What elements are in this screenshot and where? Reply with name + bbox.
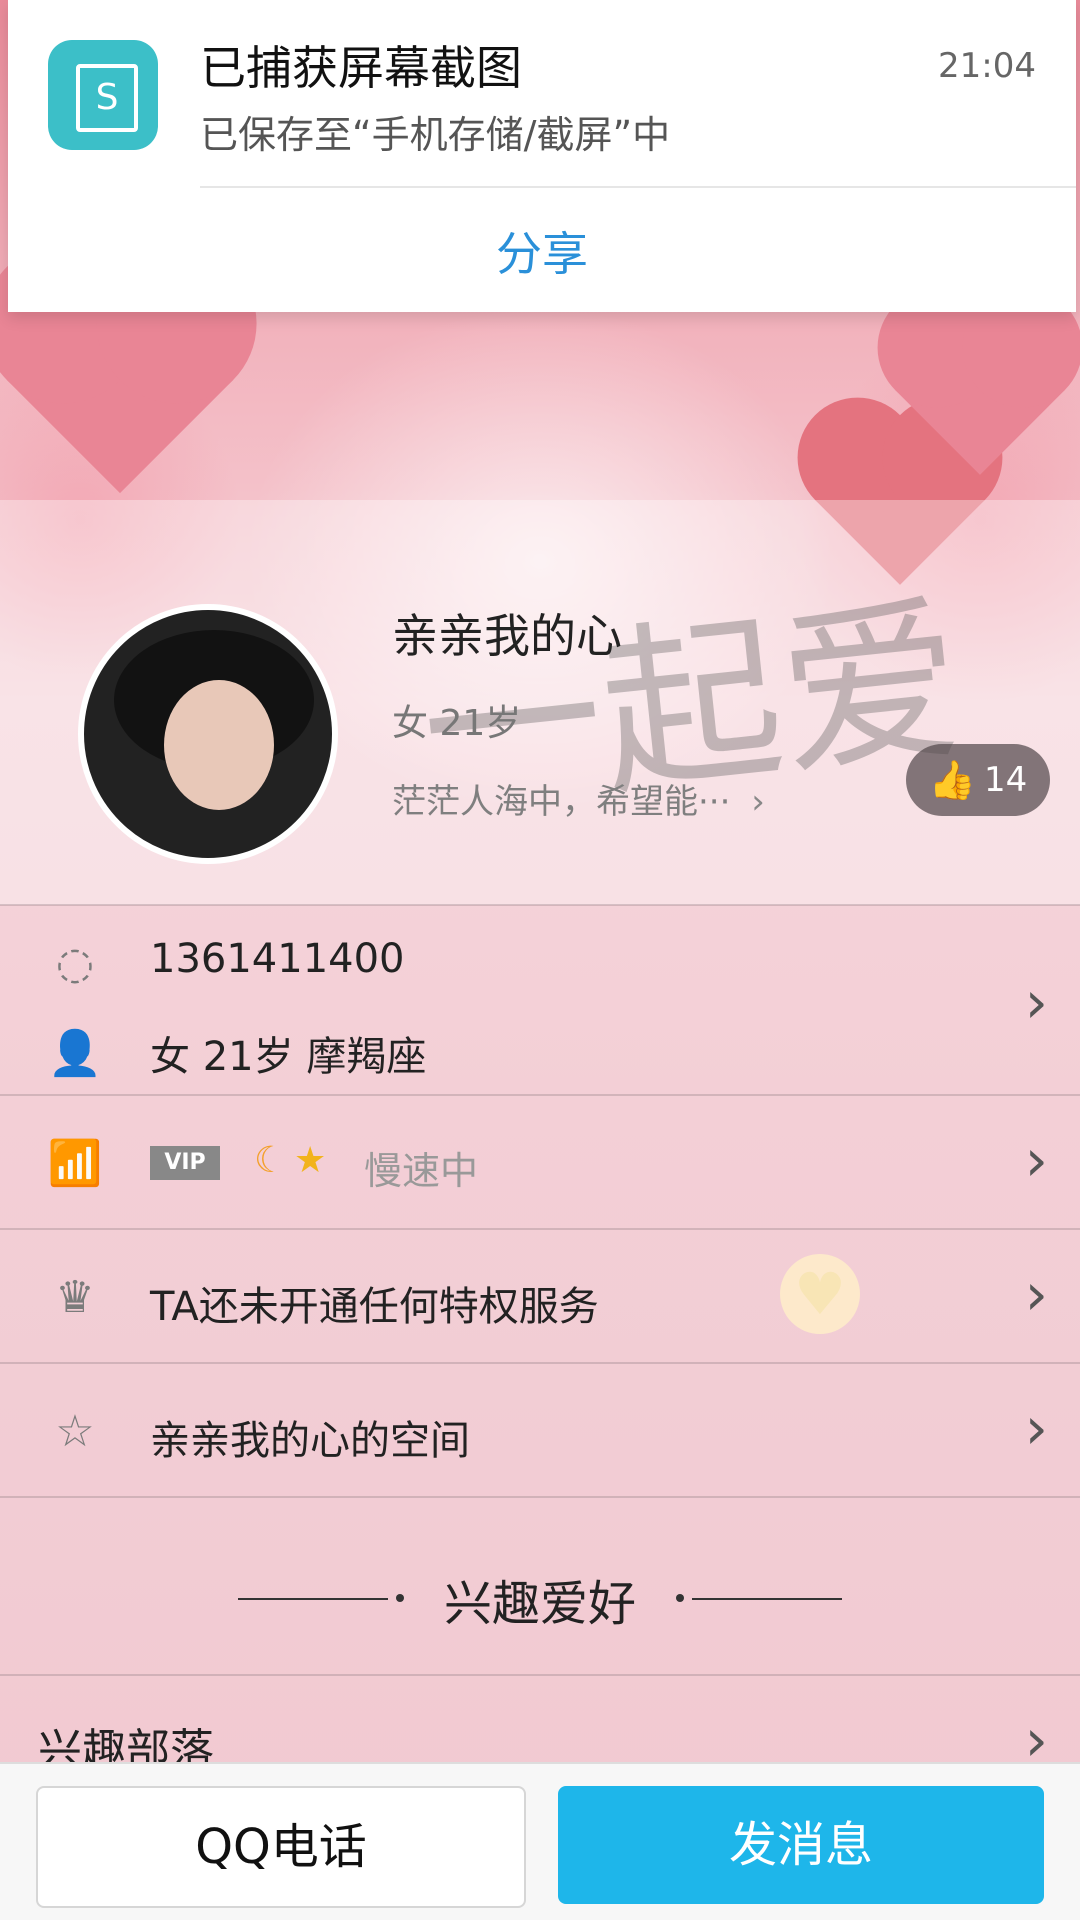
notification-divider bbox=[200, 186, 1076, 188]
level-status: 慢速中 bbox=[364, 1149, 479, 1193]
privilege-row[interactable]: ♛ TA还未开通任何特权服务 › bbox=[0, 1228, 1080, 1364]
bottom-action-bar: QQ电话 发消息 bbox=[0, 1762, 1080, 1920]
basic-info: 女 21岁 摩羯座 bbox=[150, 1034, 427, 1080]
notification-title: 已捕获屏幕截图 bbox=[200, 41, 522, 95]
like-count: 14 bbox=[984, 760, 1028, 800]
qq-call-button[interactable]: QQ电话 bbox=[36, 1786, 526, 1908]
screenshot-app-icon: S bbox=[48, 40, 158, 150]
profile-subinfo: 女 21岁 bbox=[392, 703, 522, 744]
section-divider bbox=[0, 1496, 1080, 1498]
chevron-right-icon: › bbox=[1024, 1126, 1048, 1194]
chevron-right-icon: › bbox=[1024, 968, 1048, 1036]
screenshot-notification[interactable]: S 已捕获屏幕截图 21:04 已保存至“手机存储/截屏”中 分享 bbox=[8, 0, 1076, 312]
send-message-button[interactable]: 发消息 bbox=[558, 1786, 1044, 1904]
profile-nickname: 亲亲我的心 bbox=[392, 609, 622, 663]
section-dot-right bbox=[676, 1594, 684, 1602]
info-row[interactable]: ◌ 1361411400 👤 女 21岁 摩羯座 › bbox=[0, 904, 1080, 1096]
chevron-right-icon: › bbox=[1024, 1394, 1048, 1462]
chevron-right-icon: › bbox=[1024, 1260, 1048, 1328]
level-row[interactable]: 📶 VIP ☾ ★ 慢速中 › bbox=[0, 1094, 1080, 1230]
heart-icon: ♥ bbox=[780, 1254, 860, 1334]
profile-signature[interactable]: 茫茫人海中，希望能··· › bbox=[392, 774, 765, 823]
signature-text: 茫茫人海中，希望能··· bbox=[392, 782, 731, 822]
section-title: 兴趣爱好 bbox=[443, 1576, 636, 1632]
crown-icon: ♛ bbox=[55, 1271, 95, 1323]
avatar[interactable] bbox=[78, 604, 338, 864]
chevron-right-icon: › bbox=[751, 782, 765, 822]
notification-description: 已保存至“手机存储/截屏”中 bbox=[200, 113, 671, 157]
qq-number: 1361411400 bbox=[150, 936, 405, 982]
like-button[interactable]: 👍 14 bbox=[906, 744, 1050, 816]
space-text: 亲亲我的心的空间 bbox=[150, 1418, 470, 1464]
space-row[interactable]: ☆ 亲亲我的心的空间 › bbox=[0, 1362, 1080, 1498]
share-button[interactable]: 分享 bbox=[8, 218, 1076, 284]
thumbs-up-icon: 👍 bbox=[928, 757, 977, 802]
star-icon: ★ bbox=[294, 1140, 327, 1181]
section-line-right bbox=[692, 1598, 842, 1600]
qq-penguin-icon: ◌ bbox=[55, 937, 95, 989]
notification-time: 21:04 bbox=[938, 46, 1036, 86]
person-icon: 👤 bbox=[47, 1028, 103, 1079]
qzone-star-icon: ☆ bbox=[55, 1405, 95, 1457]
level-chart-icon: 📶 bbox=[47, 1138, 103, 1189]
moon-icon: ☾ bbox=[254, 1140, 287, 1181]
vip-badge: VIP bbox=[150, 1146, 220, 1180]
privilege-text: TA还未开通任何特权服务 bbox=[150, 1284, 599, 1330]
